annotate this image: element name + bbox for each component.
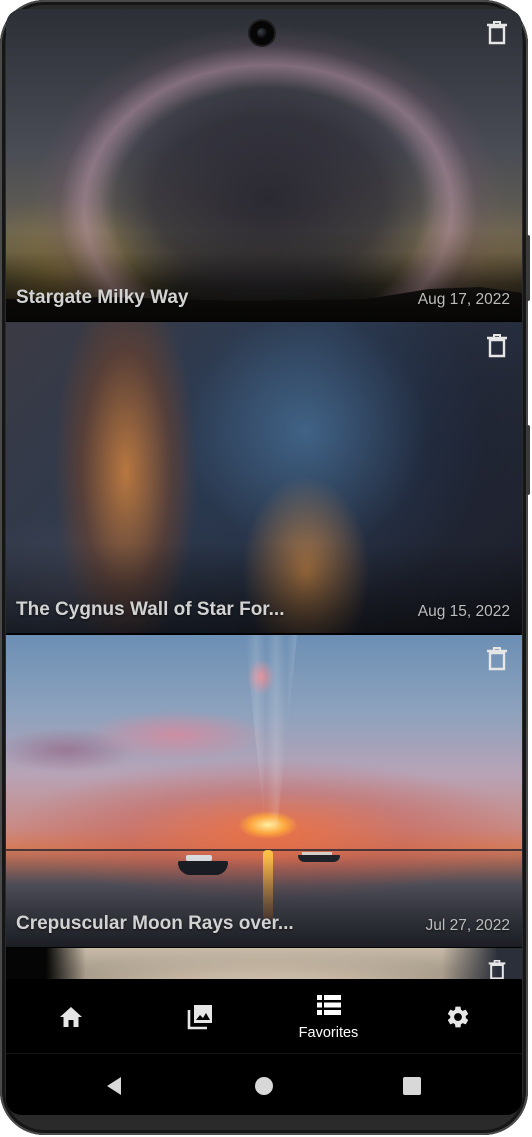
screen: Stargate Milky Way Aug 17, 2022 The Cygn…: [6, 9, 522, 1115]
apod-card[interactable]: Crepuscular Moon Rays over... Jul 27, 20…: [6, 635, 522, 947]
trash-icon[interactable]: [486, 21, 508, 45]
power-button: [526, 425, 530, 495]
volume-button: [526, 235, 530, 301]
system-navigation-bar: [6, 1053, 522, 1115]
bottom-navigation: Favorites: [6, 979, 522, 1053]
apod-card[interactable]: [6, 948, 522, 979]
home-icon: [59, 1007, 82, 1027]
back-icon[interactable]: [102, 1074, 126, 1098]
card-title: The Cygnus Wall of Star For...: [16, 599, 285, 620]
trash-icon[interactable]: [486, 334, 508, 358]
nav-settings[interactable]: [393, 979, 522, 1053]
gallery-icon: [187, 1005, 212, 1030]
apod-card[interactable]: The Cygnus Wall of Star For... Aug 15, 2…: [6, 322, 522, 633]
card-title: Stargate Milky Way: [16, 287, 189, 308]
nav-home[interactable]: [6, 979, 135, 1053]
trash-icon[interactable]: [486, 960, 508, 979]
card-date: Jul 27, 2022: [425, 917, 510, 934]
card-image: [6, 948, 522, 979]
nav-label-favorites: Favorites: [298, 1025, 359, 1041]
card-date: Aug 17, 2022: [417, 291, 510, 308]
settings-gear-icon: [447, 1006, 468, 1028]
card-date: Aug 15, 2022: [417, 603, 510, 620]
recents-square-icon[interactable]: [400, 1074, 424, 1098]
home-circle-icon[interactable]: [252, 1074, 276, 1098]
front-camera: [250, 21, 274, 45]
trash-icon[interactable]: [486, 647, 508, 671]
nav-favorites[interactable]: Favorites: [264, 979, 393, 1053]
phone-frame: Stargate Milky Way Aug 17, 2022 The Cygn…: [0, 0, 530, 1135]
nav-gallery[interactable]: [135, 979, 264, 1053]
apod-card[interactable]: Stargate Milky Way Aug 17, 2022: [6, 9, 522, 321]
favorites-list-icon: [316, 995, 341, 1015]
card-title: Crepuscular Moon Rays over...: [16, 913, 294, 934]
